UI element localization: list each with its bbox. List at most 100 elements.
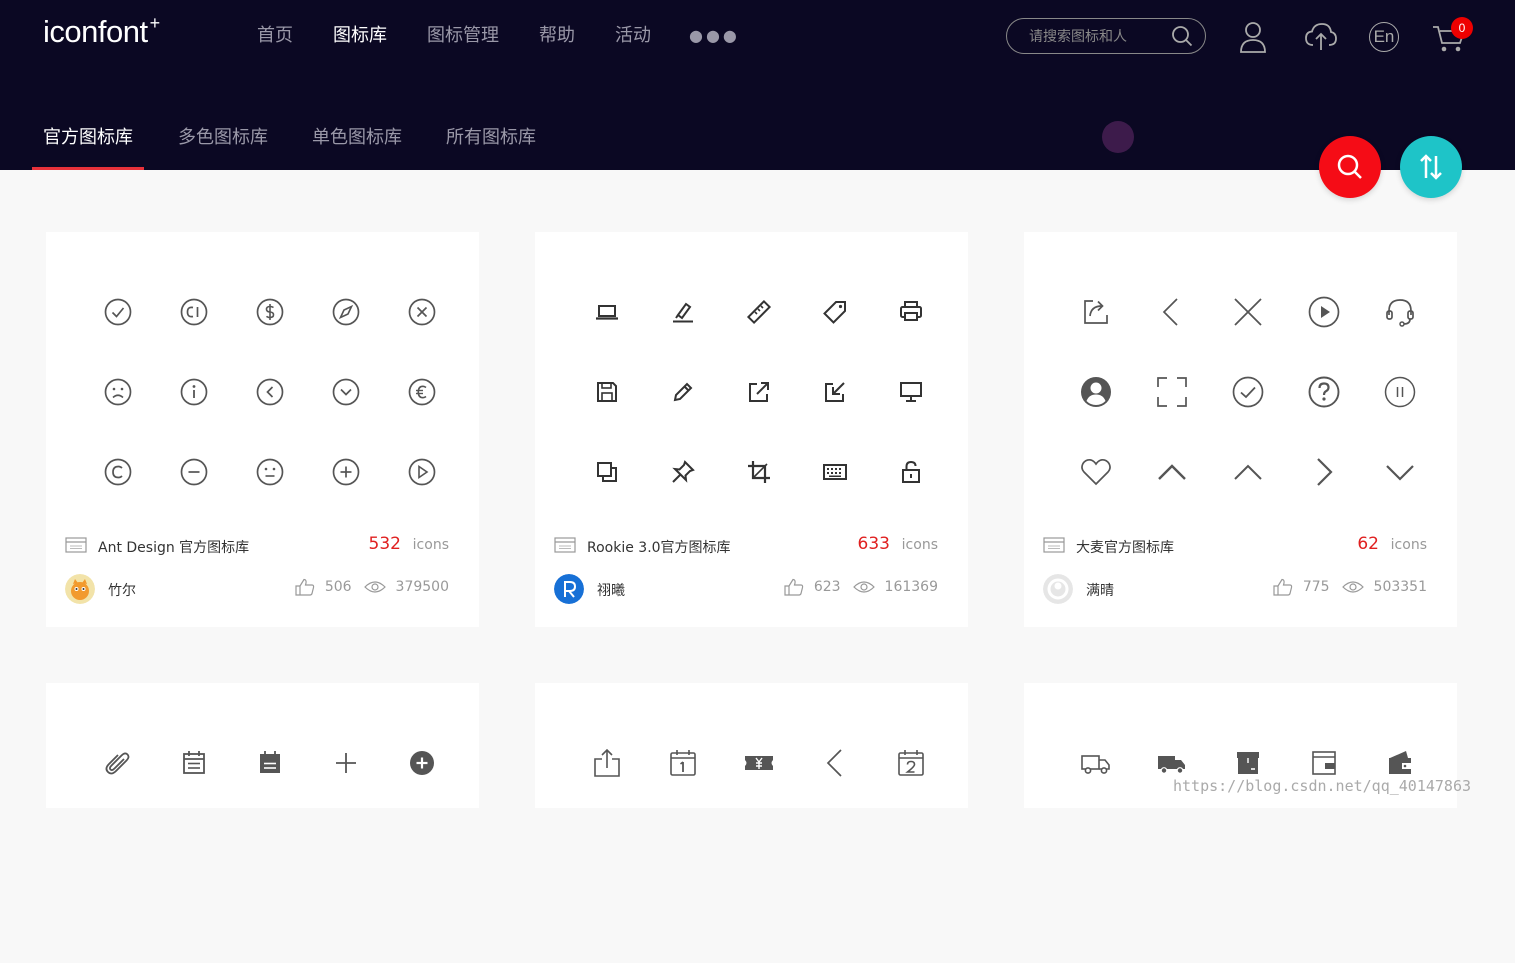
printer-icon[interactable]: [873, 272, 949, 352]
more-menu-icon[interactable]: ●●●: [689, 22, 740, 50]
calendar-day-1-icon[interactable]: [645, 723, 721, 803]
tag-icon[interactable]: [797, 272, 873, 352]
thumbs-up-icon[interactable]: [1273, 578, 1293, 596]
nav-item-icon-library[interactable]: 图标库: [333, 22, 387, 50]
chevron-right-icon[interactable]: [1286, 432, 1362, 512]
library-card-rookie[interactable]: Rookie 3.0官方图标库 633 icons 祤曦 623 161369: [535, 232, 968, 627]
pause-circle-icon[interactable]: [1362, 352, 1438, 432]
tab-multicolor-libraries[interactable]: 多色图标库: [178, 118, 268, 170]
tab-all-libraries[interactable]: 所有图标库: [446, 118, 536, 170]
library-card-partial-2[interactable]: [535, 683, 968, 808]
library-name[interactable]: Ant Design 官方图标库: [98, 537, 249, 557]
icon-preview-grid: [569, 723, 949, 963]
play-circle-icon[interactable]: [1286, 272, 1362, 352]
export-icon[interactable]: [721, 352, 797, 432]
library-info-row: Ant Design 官方图标库 532 icons: [65, 532, 449, 560]
edit-pencil-icon[interactable]: [645, 352, 721, 432]
keyboard-icon[interactable]: [797, 432, 873, 512]
desktop-icon[interactable]: [873, 352, 949, 432]
plus-icon[interactable]: [308, 723, 384, 803]
ticket-icon[interactable]: [721, 723, 797, 803]
compass-icon[interactable]: [308, 272, 384, 352]
headset-icon[interactable]: [1362, 272, 1438, 352]
meh-icon[interactable]: [232, 432, 308, 512]
plus-circle-icon[interactable]: [308, 432, 384, 512]
save-icon[interactable]: [569, 352, 645, 432]
check-circle-icon[interactable]: [80, 272, 156, 352]
copy-icon[interactable]: [569, 432, 645, 512]
highlight-icon[interactable]: [645, 272, 721, 352]
frown-icon[interactable]: [80, 352, 156, 432]
library-author-row: 祤曦 623 161369: [554, 574, 938, 606]
laptop-icon[interactable]: [569, 272, 645, 352]
plus-circle-filled-icon[interactable]: [384, 723, 460, 803]
share-icon[interactable]: [1058, 272, 1134, 352]
upload-share-icon[interactable]: [569, 723, 645, 803]
library-name[interactable]: 大麦官方图标库: [1076, 537, 1174, 557]
top-nav: 首页 图标库 图标管理 帮助 活动 ●●●: [257, 22, 740, 50]
down-circle-icon[interactable]: [308, 352, 384, 432]
unlock-icon[interactable]: [873, 432, 949, 512]
chevron-left-icon[interactable]: [1134, 272, 1210, 352]
close-circle-icon[interactable]: [384, 272, 460, 352]
chevron-up-icon[interactable]: [1134, 432, 1210, 512]
info-circle-icon[interactable]: [156, 352, 232, 432]
like-count: 506: [324, 579, 352, 595]
calendar-filled-icon[interactable]: [232, 723, 308, 803]
library-stats: 506 379500: [295, 578, 449, 596]
nav-item-help[interactable]: 帮助: [539, 22, 575, 50]
delivery-truck-outline-icon[interactable]: [1058, 723, 1134, 803]
euro-circle-icon[interactable]: [384, 352, 460, 432]
minus-circle-icon[interactable]: [156, 432, 232, 512]
import-icon[interactable]: [797, 352, 873, 432]
heart-icon[interactable]: [1058, 432, 1134, 512]
author-name[interactable]: 竹尔: [108, 580, 136, 600]
close-icon[interactable]: [1210, 272, 1286, 352]
author-name[interactable]: 满晴: [1086, 580, 1114, 600]
library-card-damai[interactable]: 大麦官方图标库 62 icons 满晴 775 503351: [1024, 232, 1457, 627]
left-circle-icon[interactable]: [232, 352, 308, 432]
play-circle-icon[interactable]: [384, 432, 460, 512]
crop-icon[interactable]: [721, 432, 797, 512]
pushpin-icon[interactable]: [645, 432, 721, 512]
avatar[interactable]: [65, 574, 95, 604]
upload-cloud-icon[interactable]: [1304, 22, 1338, 52]
chevron-up-thin-icon[interactable]: [1210, 432, 1286, 512]
library-card-partial-1[interactable]: [46, 683, 479, 808]
floating-search-button[interactable]: [1319, 136, 1381, 198]
copyright-icon[interactable]: [80, 432, 156, 512]
search-icon[interactable]: [1171, 25, 1193, 47]
chevron-down-icon[interactable]: [1362, 432, 1438, 512]
ci-circle-icon[interactable]: [156, 272, 232, 352]
ruler-icon[interactable]: [721, 272, 797, 352]
question-circle-icon[interactable]: [1286, 352, 1362, 432]
user-icon[interactable]: [1238, 20, 1268, 54]
icon-count-unit: icons: [901, 537, 938, 553]
avatar[interactable]: [1043, 574, 1073, 604]
thumbs-up-icon[interactable]: [784, 578, 804, 596]
icon-count: 62: [1357, 534, 1379, 554]
avatar[interactable]: [554, 574, 584, 604]
author-name[interactable]: 祤曦: [597, 580, 625, 600]
check-circle-icon[interactable]: [1210, 352, 1286, 432]
floating-sort-button[interactable]: [1400, 136, 1462, 198]
language-switch-button[interactable]: En: [1369, 22, 1399, 52]
tab-official-libraries[interactable]: 官方图标库: [32, 118, 144, 170]
nav-item-icon-manage[interactable]: 图标管理: [427, 22, 499, 50]
search-input[interactable]: [1027, 25, 1169, 49]
fullscreen-icon[interactable]: [1134, 352, 1210, 432]
thumbs-up-icon[interactable]: [295, 578, 315, 596]
calendar-day-2-icon[interactable]: [873, 723, 949, 803]
logo[interactable]: iconfont +: [43, 13, 160, 50]
icon-count-unit: icons: [1390, 537, 1427, 553]
library-card-ant-design[interactable]: Ant Design 官方图标库 532 icons 竹尔 506 379500: [46, 232, 479, 627]
nav-item-home[interactable]: 首页: [257, 22, 293, 50]
paperclip-icon[interactable]: [80, 723, 156, 803]
calendar-icon[interactable]: [156, 723, 232, 803]
chevron-left-icon[interactable]: [797, 723, 873, 803]
dollar-circle-icon[interactable]: [232, 272, 308, 352]
nav-item-activity[interactable]: 活动: [615, 22, 651, 50]
user-avatar-icon[interactable]: [1058, 352, 1134, 432]
library-name[interactable]: Rookie 3.0官方图标库: [587, 537, 731, 557]
tab-monochrome-libraries[interactable]: 单色图标库: [312, 118, 402, 170]
